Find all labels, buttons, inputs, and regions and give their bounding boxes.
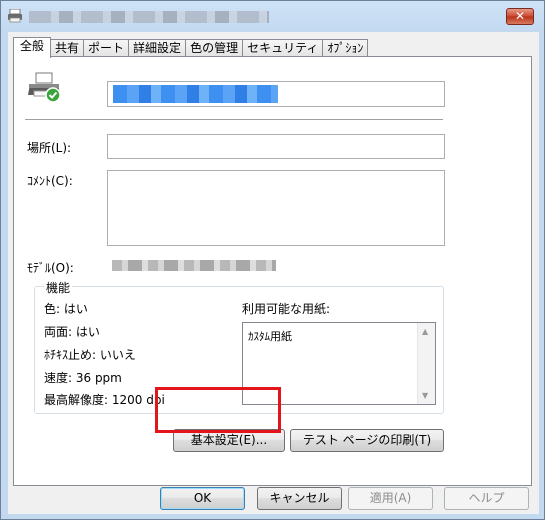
feature-color: 色: はい <box>44 302 88 316</box>
dialog-client-area: 全般 共有 ポート 詳細設定 色の管理 セキュリティ ｵﾌﾟｼｮﾝ 場所(L): <box>8 32 539 514</box>
apply-button[interactable]: 適用(A) <box>348 487 433 510</box>
tab-ports[interactable]: ポート <box>83 39 130 57</box>
preferences-highlight-box <box>155 387 281 433</box>
scroll-up-icon[interactable]: ▲ <box>422 327 428 336</box>
feature-staple: ﾎﾁｷｽ止め: いいえ <box>44 348 136 362</box>
printer-icon <box>28 72 61 103</box>
tab-strip: 全般 共有 ポート 詳細設定 色の管理 セキュリティ ｵﾌﾟｼｮﾝ <box>13 37 369 58</box>
tab-security[interactable]: セキュリティ <box>242 39 324 57</box>
printer-name-redacted <box>113 85 278 103</box>
printer-app-icon <box>8 9 22 23</box>
scroll-down-icon[interactable]: ▼ <box>422 391 428 400</box>
close-icon: ✕ <box>514 9 526 23</box>
tab-options[interactable]: ｵﾌﾟｼｮﾝ <box>322 39 369 57</box>
model-label: ﾓﾃﾞﾙ(O): <box>27 261 74 275</box>
printer-properties-window: ✕ 全般 共有 ポート 詳細設定 色の管理 セキュリティ ｵﾌﾟｼｮﾝ 場所(L… <box>0 0 545 520</box>
ok-button[interactable]: OK <box>160 487 245 510</box>
cancel-button[interactable]: キャンセル <box>257 487 342 510</box>
comment-label: ｺﾒﾝﾄ(C): <box>27 174 73 188</box>
location-input[interactable] <box>107 134 445 159</box>
location-label: 場所(L): <box>27 141 72 155</box>
window-title-redacted <box>29 11 269 23</box>
title-bar[interactable]: ✕ <box>1 1 545 31</box>
help-button[interactable]: ヘルプ <box>444 487 529 510</box>
comment-textarea[interactable] <box>107 170 445 246</box>
feature-speed: 速度: 36 ppm <box>44 371 122 385</box>
paper-item[interactable]: ｶｽﾀﾑ用紙 <box>248 328 292 344</box>
tab-sharing[interactable]: 共有 <box>50 39 85 57</box>
tab-general[interactable]: 全般 <box>13 37 52 58</box>
tab-advanced[interactable]: 詳細設定 <box>128 39 187 57</box>
feature-duplex: 両面: はい <box>44 325 100 339</box>
features-title: 機能 <box>44 279 73 296</box>
separator <box>25 119 443 120</box>
model-name-redacted <box>112 260 276 271</box>
close-button[interactable]: ✕ <box>506 8 534 25</box>
paper-list-label: 利用可能な用紙: <box>242 302 331 316</box>
print-test-page-button[interactable]: テスト ページの印刷(T) <box>290 429 444 452</box>
tab-color-management[interactable]: 色の管理 <box>185 39 244 57</box>
feature-resolution: 最高解像度: 1200 dpi <box>44 393 165 407</box>
printer-name-input[interactable] <box>107 81 445 107</box>
paper-list-scrollbar[interactable]: ▲ ▼ <box>417 323 435 404</box>
